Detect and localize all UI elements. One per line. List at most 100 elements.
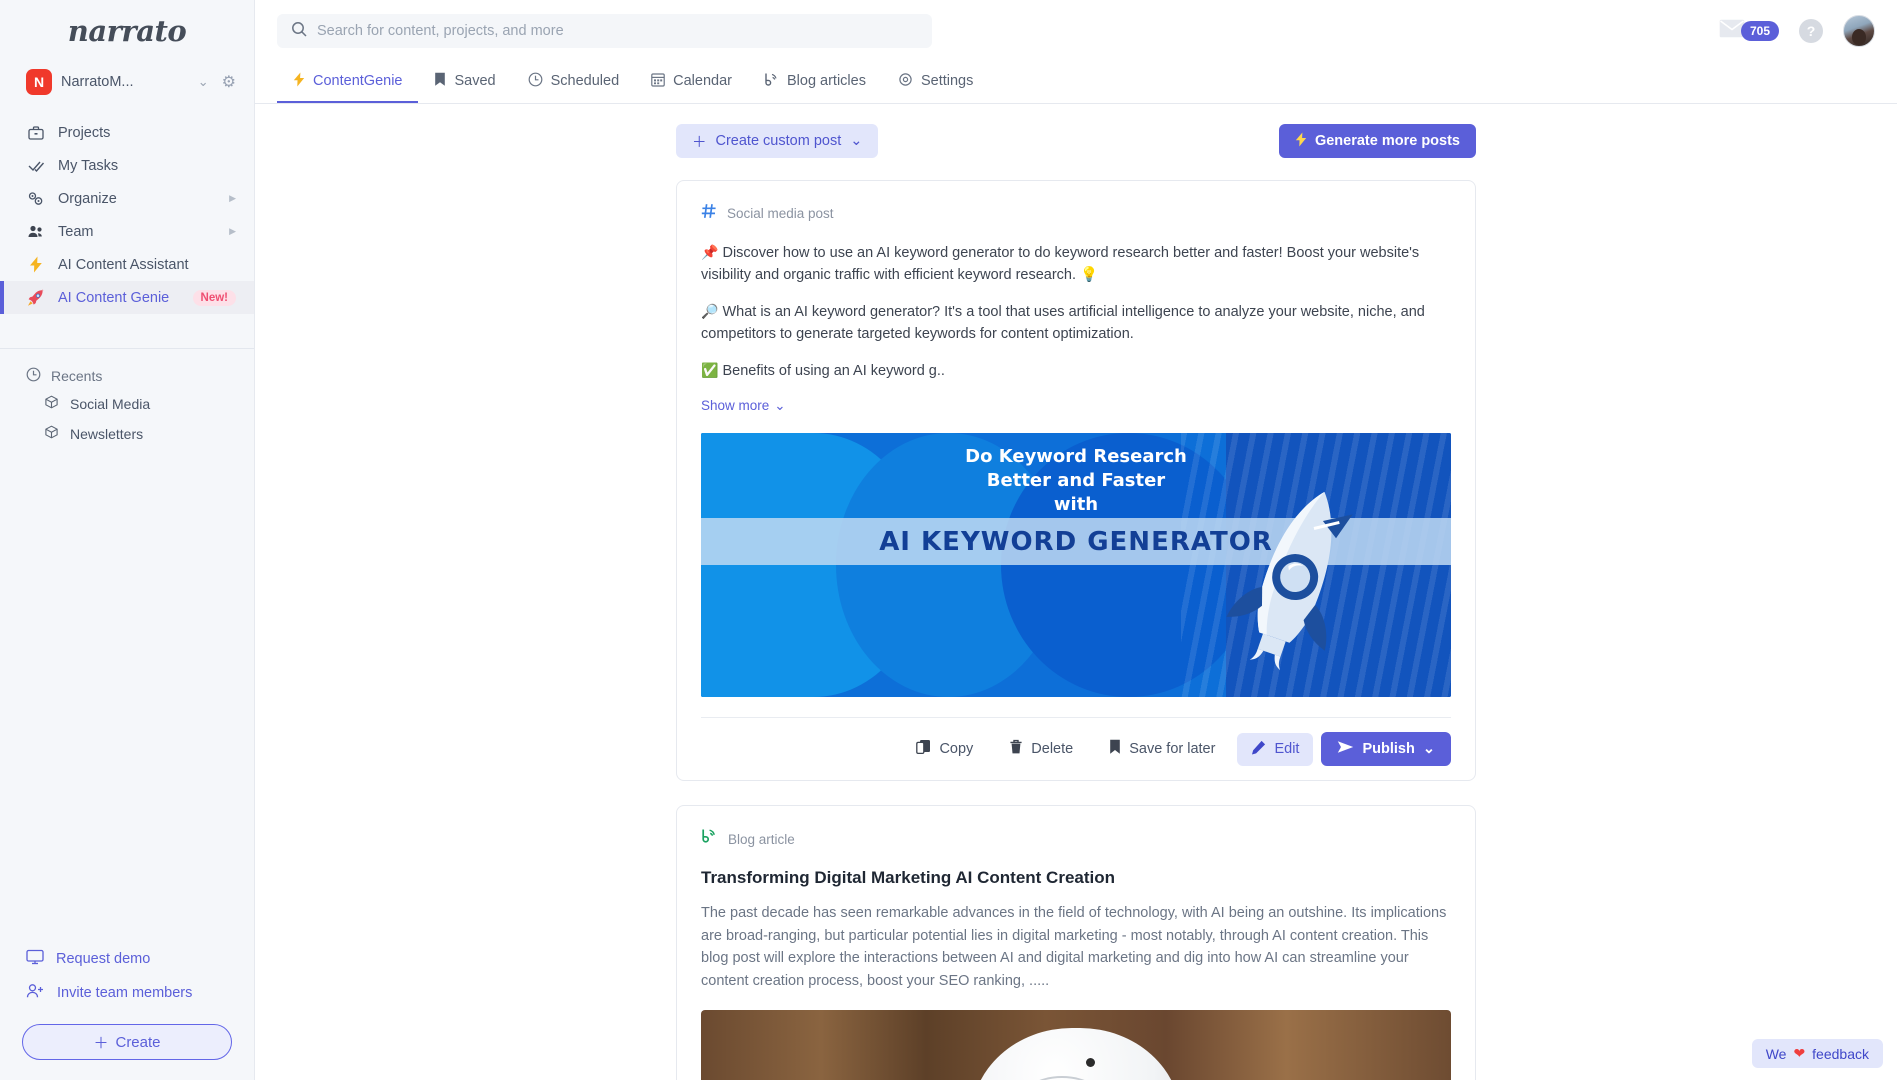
create-custom-post-label: Create custom post: [715, 133, 842, 149]
search-bar[interactable]: [277, 14, 932, 48]
content-toolbar: ＋ Create custom post ⌄ Generate more pos…: [676, 124, 1476, 158]
top-bar: 705 ?: [255, 0, 1897, 62]
feedback-button[interactable]: We ❤ feedback: [1751, 1039, 1883, 1068]
send-icon: [1337, 740, 1354, 758]
expand-arrow-icon[interactable]: ▶: [229, 226, 236, 237]
copy-button[interactable]: Copy: [902, 732, 987, 766]
sidebar-item-ai-content-genie[interactable]: AI Content Genie New!: [0, 281, 254, 314]
invite-team-members-label: Invite team members: [57, 985, 193, 1001]
clock-icon: [26, 367, 41, 385]
gear-icon[interactable]: ⚙: [222, 72, 236, 92]
sidebar-item-label: Projects: [58, 124, 111, 141]
tab-settings[interactable]: Settings: [882, 61, 989, 103]
delete-button[interactable]: Delete: [995, 732, 1087, 766]
invite-team-members-link[interactable]: Invite team members: [0, 976, 254, 1010]
create-custom-post-button[interactable]: ＋ Create custom post ⌄: [676, 124, 879, 158]
workspace-name: NarratoM...: [61, 74, 134, 90]
hashtag-icon: [701, 203, 717, 224]
generate-more-posts-label: Generate more posts: [1314, 133, 1460, 149]
calendar-icon: [651, 72, 665, 91]
request-demo-link[interactable]: Request demo: [0, 942, 254, 976]
search-icon: [291, 21, 307, 42]
sidebar-item-organize[interactable]: Organize ▶: [0, 182, 254, 215]
gear-icon: [898, 72, 913, 91]
sidebar: narrato N NarratoM... ⌄ ⚙ Projects My Ta…: [0, 0, 255, 1080]
sidebar-item-ai-content-assistant[interactable]: AI Content Assistant: [0, 248, 254, 281]
recent-item-social-media[interactable]: Social Media: [0, 389, 254, 419]
sidebar-item-projects[interactable]: Projects: [0, 116, 254, 149]
blog-article-card: Blog article Transforming Digital Market…: [676, 805, 1476, 1080]
notifications-button[interactable]: 705: [1719, 19, 1779, 43]
tab-blog-articles[interactable]: Blog articles: [748, 61, 882, 103]
copy-label: Copy: [939, 741, 974, 758]
sidebar-footer: Request demo Invite team members ＋ Creat…: [0, 942, 254, 1080]
sidebar-item-team[interactable]: Team ▶: [0, 215, 254, 248]
sidebar-nav: Projects My Tasks Organize ▶ Team ▶ AI C…: [0, 116, 254, 314]
tab-scheduled[interactable]: Scheduled: [512, 61, 636, 103]
tab-contentgenie[interactable]: ContentGenie: [277, 61, 419, 103]
pushpin-emoji: 📌: [701, 244, 719, 260]
tab-saved[interactable]: Saved: [418, 61, 511, 103]
blog-rss-icon: [701, 828, 718, 850]
recents-label: Recents: [51, 368, 103, 384]
sidebar-item-label: My Tasks: [58, 157, 119, 174]
chevron-down-icon: ⌄: [850, 133, 863, 149]
user-plus-icon: [26, 983, 45, 1003]
workspace-selector[interactable]: N NarratoM... ⌄ ⚙: [0, 62, 254, 102]
new-badge: New!: [192, 289, 236, 306]
blog-article-title: Transforming Digital Marketing AI Conten…: [701, 868, 1116, 888]
workspace-avatar: N: [26, 69, 52, 95]
blog-article-image: [701, 1010, 1451, 1080]
clock-icon: [528, 72, 543, 91]
bookmark-icon: [434, 72, 446, 91]
bookmark-icon: [1109, 739, 1121, 759]
tab-calendar[interactable]: Calendar: [635, 61, 748, 103]
tab-bar: ContentGenie Saved Scheduled Calendar Bl…: [255, 62, 1897, 104]
save-for-later-label: Save for later: [1129, 741, 1216, 758]
sidebar-item-my-tasks[interactable]: My Tasks: [0, 149, 254, 182]
magnifier-emoji: 🔎: [701, 303, 719, 320]
generate-more-posts-button[interactable]: Generate more posts: [1278, 124, 1476, 158]
recents-header: Recents: [0, 349, 254, 389]
avatar[interactable]: [1843, 15, 1875, 47]
chevron-down-icon[interactable]: ⌄: [194, 74, 213, 90]
help-icon[interactable]: ?: [1799, 19, 1823, 43]
brand-logo[interactable]: narrato: [0, 0, 254, 62]
sidebar-item-label: Organize: [58, 190, 117, 207]
copy-icon: [916, 739, 931, 759]
save-for-later-button[interactable]: Save for later: [1095, 732, 1229, 766]
lightning-bolt-icon: [293, 72, 305, 91]
cube-icon: [44, 395, 59, 413]
chevron-down-icon: ⌄: [774, 397, 786, 413]
tab-label: Saved: [454, 73, 496, 89]
show-more-link[interactable]: Show more ⌄: [701, 398, 786, 414]
post-paragraph-2-text: What is an AI keyword generator? It's a …: [701, 304, 1425, 343]
post-paragraph-3: ✅ Benefits of using an AI keyword g..: [701, 360, 1451, 382]
publish-button[interactable]: Publish ⌄: [1321, 732, 1451, 767]
cube-icon: [44, 425, 59, 443]
card-type-label: Blog article: [728, 831, 795, 847]
sidebar-item-label: AI Content Genie: [58, 289, 170, 306]
trash-icon: [1009, 739, 1023, 759]
create-button[interactable]: ＋ Create: [22, 1024, 232, 1060]
recent-item-label: Newsletters: [70, 426, 144, 442]
banner-line-1: Do Keyword Research: [965, 446, 1187, 468]
robot-head: [971, 1028, 1181, 1080]
sidebar-item-label: Team: [58, 223, 94, 240]
plus-icon: ＋: [692, 134, 707, 151]
people-icon: [26, 224, 46, 240]
edit-button[interactable]: Edit: [1237, 732, 1314, 766]
publish-label: Publish: [1362, 741, 1415, 758]
recent-item-label: Social Media: [70, 396, 151, 412]
expand-arrow-icon[interactable]: ▶: [229, 193, 236, 204]
recent-item-newsletters[interactable]: Newsletters: [0, 419, 254, 449]
chevron-down-icon[interactable]: ⌄: [1423, 741, 1435, 757]
double-check-icon: [26, 159, 46, 173]
post-paragraph-1-text: Discover how to use an AI keyword genera…: [701, 245, 1420, 284]
post-action-bar: Copy Delete Save for later Edit Publish …: [701, 718, 1451, 780]
delete-label: Delete: [1031, 741, 1074, 758]
plus-icon: ＋: [93, 1034, 109, 1052]
lightning-bolt-icon: [26, 256, 46, 273]
search-input[interactable]: [317, 23, 918, 39]
content-column: ＋ Create custom post ⌄ Generate more pos…: [676, 124, 1476, 1080]
